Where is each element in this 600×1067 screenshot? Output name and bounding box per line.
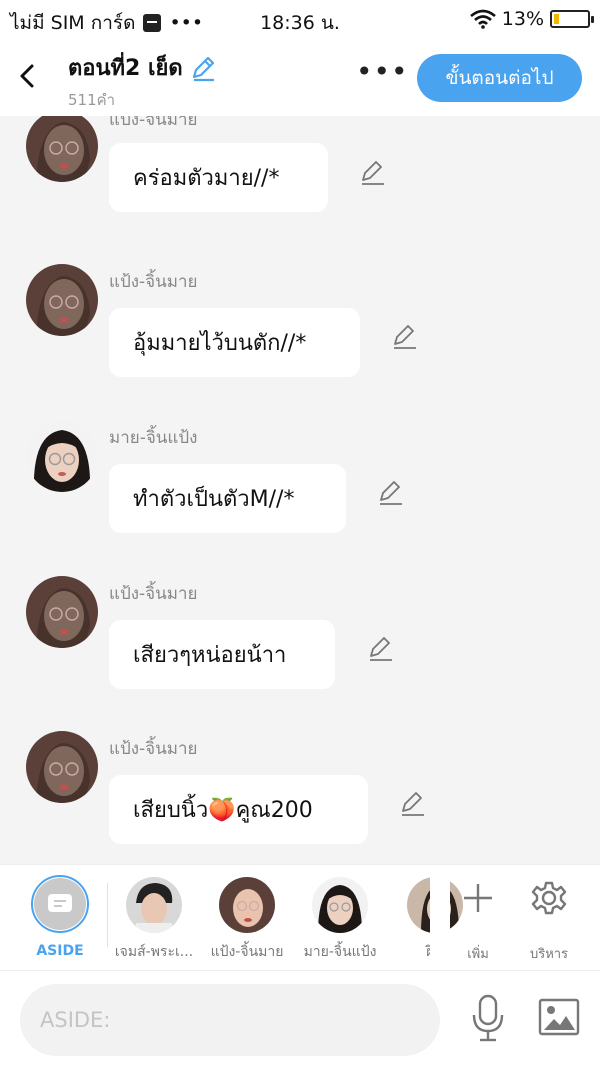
character-name: เจมส์-พระเ... bbox=[114, 944, 194, 960]
sender-name: แป้ง-จิ้นมาย bbox=[109, 739, 198, 759]
message-bubble[interactable]: ทำตัวเป็นตัวM//* bbox=[109, 464, 346, 533]
sender-name: มาย-จิ้นแป้ง bbox=[109, 428, 198, 448]
character-item[interactable]: เจมส์-พระเ... bbox=[109, 877, 199, 971]
avatar bbox=[26, 731, 98, 803]
edit-message-pencil-icon[interactable] bbox=[358, 158, 386, 186]
edit-title-pencil-icon[interactable] bbox=[189, 54, 217, 82]
message-row: แป้ง-จิ้นมาย เสียวๆหน่อยน้าา bbox=[0, 574, 600, 724]
title-text: ตอนที่2 เย็ด bbox=[68, 56, 183, 81]
voice-input-button[interactable] bbox=[468, 993, 508, 1043]
edit-message-pencil-icon[interactable] bbox=[376, 478, 404, 506]
aside-character-button[interactable] bbox=[31, 875, 89, 933]
avatar-image bbox=[26, 116, 98, 182]
avatar-image bbox=[26, 576, 98, 648]
wifi-icon bbox=[469, 9, 496, 29]
battery-icon bbox=[550, 10, 594, 28]
message-row: แป้ง-จินมาย คร่อมตัวมาย//* bbox=[0, 116, 600, 256]
microphone-icon bbox=[472, 994, 504, 1042]
aside-label: ASIDE bbox=[36, 943, 84, 959]
edit-message-pencil-icon[interactable] bbox=[366, 634, 394, 662]
sender-name: แป้ง-จิ้นมาย bbox=[109, 584, 198, 604]
character-avatar bbox=[312, 877, 368, 933]
message-row: มาย-จิ้นแป้ง ทำตัวเป็นตัวM//* bbox=[0, 418, 600, 568]
image-icon bbox=[538, 998, 580, 1036]
character-avatar bbox=[126, 877, 182, 933]
message-input[interactable] bbox=[20, 984, 440, 1056]
sender-name: แป้ง-จิ้นมาย bbox=[109, 272, 198, 292]
message-bubble[interactable]: อุ้มมายไว้บนตัก//* bbox=[109, 308, 360, 377]
aside-message-icon bbox=[48, 894, 72, 912]
message-bubble[interactable]: เสียวๆหน่อยน้าา bbox=[109, 620, 335, 689]
battery-percent: 13% bbox=[501, 8, 544, 30]
add-label: เพิ่ม bbox=[467, 947, 489, 962]
avatar bbox=[26, 576, 98, 648]
gear-icon bbox=[531, 881, 567, 915]
sender-name: แป้ง-จินมาย bbox=[109, 116, 198, 130]
header: ตอนที่2 เย็ด 511คำ ••• ขั้นตอนต่อไป bbox=[0, 40, 600, 116]
back-button[interactable] bbox=[12, 58, 44, 94]
message-bubble[interactable]: เสียบนิ้ว🍑คูณ200 bbox=[109, 775, 368, 844]
manage-label: บริหาร bbox=[529, 947, 569, 962]
character-bar: ASIDE เจมส์-พระเ... แป้ง-จิ้นมาย มาย-จิ้… bbox=[0, 864, 600, 971]
character-name: แป้ง-จิ้นมาย bbox=[210, 944, 284, 960]
avatar-image bbox=[26, 264, 98, 336]
status-bar: ไม่มี SIM การ์ด ••• 18:36 น. 13% bbox=[0, 0, 600, 40]
character-item[interactable]: แป้ง-จิ้นมาย bbox=[202, 877, 292, 971]
divider bbox=[107, 883, 108, 947]
more-options-button[interactable]: ••• bbox=[356, 58, 408, 88]
next-step-button[interactable]: ขั้นตอนต่อไป bbox=[417, 54, 582, 102]
character-name: มาย-จิ้นแป้ง bbox=[303, 944, 377, 960]
avatar bbox=[26, 420, 98, 492]
message-row: แป้ง-จิ้นมาย เสียบนิ้ว🍑คูณ200 bbox=[0, 729, 600, 864]
avatar bbox=[26, 116, 98, 182]
input-row bbox=[0, 970, 600, 1067]
edit-message-pencil-icon[interactable] bbox=[390, 322, 418, 350]
avatar-image bbox=[26, 420, 98, 492]
status-right: 13% bbox=[469, 8, 594, 30]
word-count: 511คำ bbox=[68, 91, 116, 109]
edit-message-pencil-icon[interactable] bbox=[398, 789, 426, 817]
aside-avatar bbox=[34, 878, 86, 930]
add-character-button[interactable]: เพิ่ม bbox=[443, 877, 513, 967]
character-item[interactable]: มาย-จิ้นแป้ง bbox=[295, 877, 385, 971]
chat-area[interactable]: แป้ง-จินมาย คร่อมตัวมาย//* แป้ง-จิ้นมาย … bbox=[0, 116, 600, 864]
chevron-left-icon bbox=[20, 64, 34, 88]
message-bubble[interactable]: คร่อมตัวมาย//* bbox=[109, 143, 328, 212]
manage-characters-button[interactable]: บริหาร bbox=[514, 877, 584, 967]
story-title: ตอนที่2 เย็ด bbox=[68, 50, 217, 85]
insert-image-button[interactable] bbox=[538, 997, 580, 1037]
plus-icon bbox=[464, 884, 492, 912]
avatar-image bbox=[26, 731, 98, 803]
avatar bbox=[26, 264, 98, 336]
character-avatar bbox=[219, 877, 275, 933]
message-row: แป้ง-จิ้นมาย อุ้มมายไว้บนตัก//* bbox=[0, 262, 600, 412]
